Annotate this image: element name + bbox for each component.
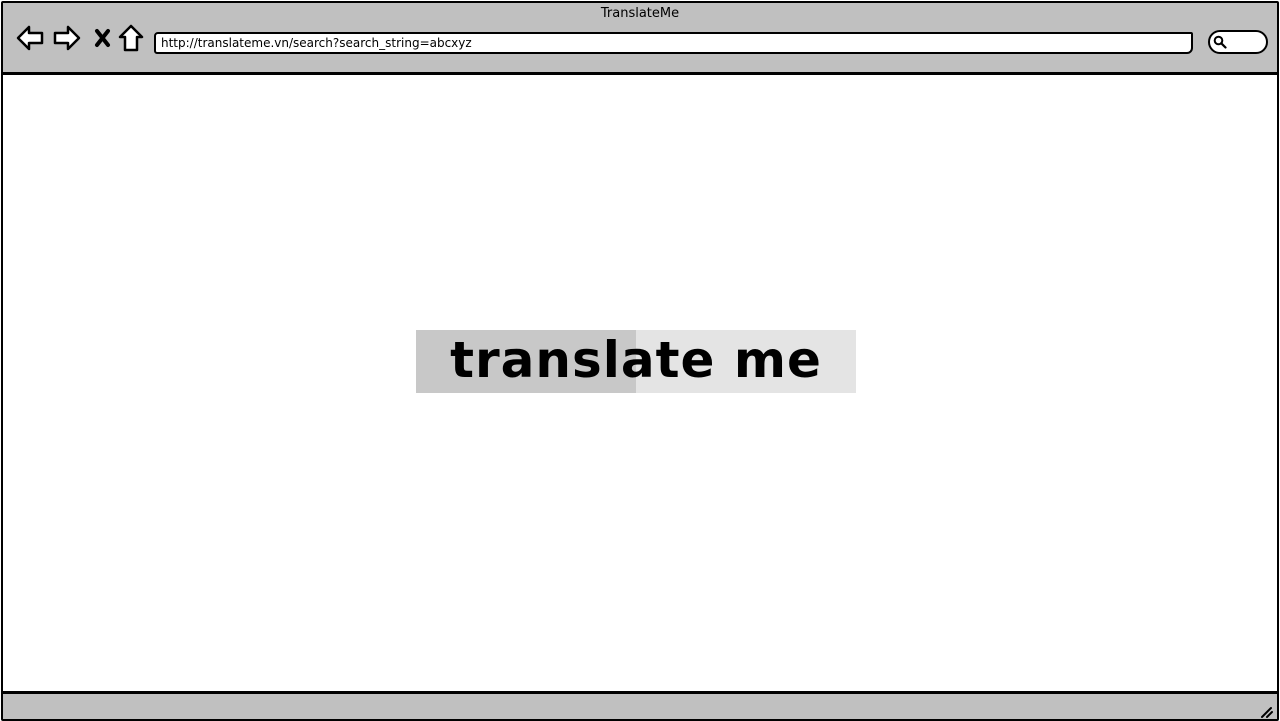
address-bar[interactable]: http://translateme.vn/search?search_stri… [154,32,1193,54]
search-icon [1213,35,1227,49]
status-bar [3,691,1277,719]
search-input[interactable] [1208,30,1268,54]
forward-arrow-icon[interactable] [52,23,82,53]
window-title: TranslateMe [600,6,680,21]
logo-text: translate me [450,331,822,389]
resize-grip-icon[interactable] [1259,704,1273,718]
home-icon[interactable] [116,23,146,53]
browser-toolbar: TranslateMe http://translateme.vn/search… [3,3,1277,75]
stop-icon[interactable] [88,23,118,53]
address-bar-url: http://translateme.vn/search?search_stri… [161,36,472,50]
back-arrow-icon[interactable] [15,23,45,53]
browser-window: TranslateMe http://translateme.vn/search… [1,1,1279,721]
page-content: translate me [3,75,1277,691]
translate-me-logo: translate me [416,330,856,393]
